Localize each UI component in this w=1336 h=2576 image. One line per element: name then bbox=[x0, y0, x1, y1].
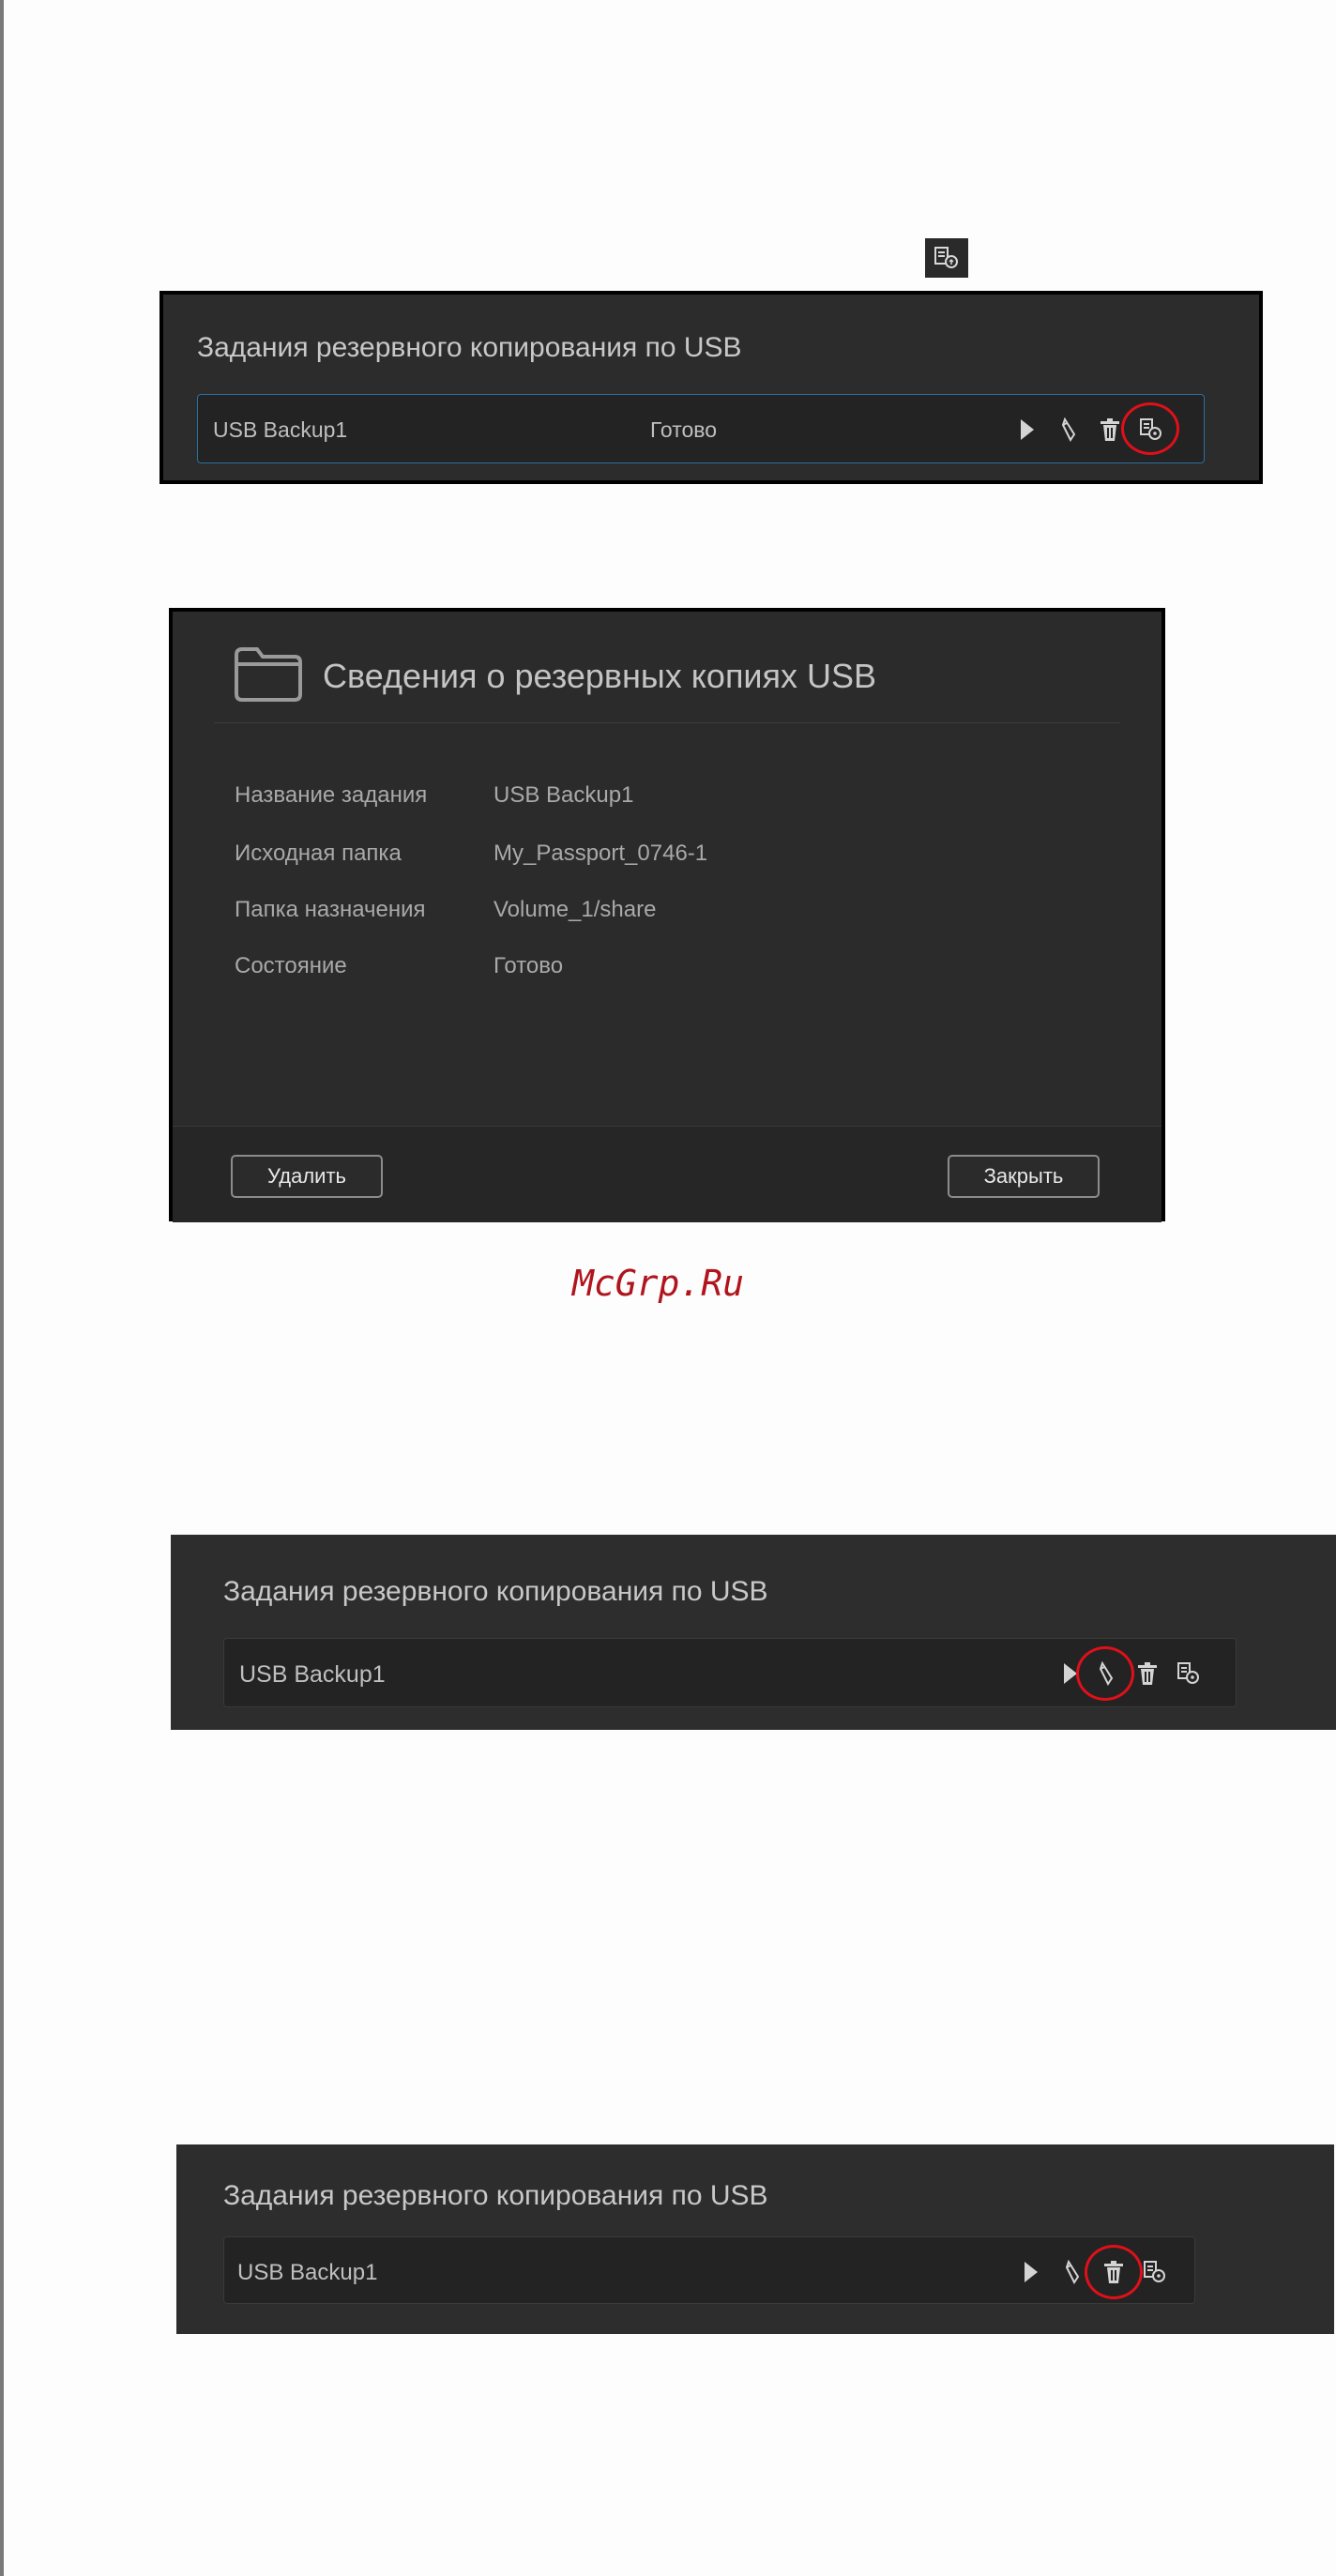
field-value-status: Готово bbox=[493, 953, 564, 978]
details-icon[interactable] bbox=[1142, 2256, 1168, 2288]
highlight-circle bbox=[1076, 1646, 1134, 1701]
field-label-source-folder: Исходная папка bbox=[235, 841, 402, 866]
delete-icon[interactable] bbox=[1085, 2245, 1143, 2299]
page-margin-rule bbox=[0, 0, 4, 2576]
usb-backup-jobs-panel: Задания резервного копирования по USB US… bbox=[176, 2144, 1334, 2334]
edit-icon[interactable] bbox=[1076, 1646, 1134, 1701]
delete-icon[interactable] bbox=[1097, 414, 1123, 446]
backup-job-row[interactable]: USB Backup1 bbox=[223, 1638, 1237, 1707]
job-name: USB Backup1 bbox=[239, 1661, 386, 1688]
field-value-job-name: USB Backup1 bbox=[493, 782, 634, 808]
backup-job-row[interactable]: USB Backup1 bbox=[223, 2236, 1195, 2304]
job-name: USB Backup1 bbox=[213, 417, 348, 442]
field-value-destination-folder: Volume_1/share bbox=[493, 897, 657, 922]
details-icon[interactable] bbox=[1176, 1658, 1202, 1690]
panel-title: Задания резервного копирования по USB bbox=[197, 332, 742, 363]
folder-icon bbox=[233, 645, 304, 708]
dialog-title: Сведения о резервных копиях USB bbox=[323, 657, 877, 695]
field-label-destination-folder: Папка назначения bbox=[235, 897, 426, 922]
delete-icon[interactable] bbox=[1134, 1658, 1161, 1690]
edit-icon[interactable] bbox=[1059, 2256, 1086, 2288]
watermark: McGrp.Ru bbox=[572, 1263, 745, 1304]
details-icon bbox=[925, 238, 968, 278]
run-icon[interactable] bbox=[1014, 414, 1040, 446]
panel-title: Задания резервного копирования по USB bbox=[223, 2180, 768, 2211]
job-status: Готово bbox=[650, 417, 718, 442]
field-label-status: Состояние bbox=[235, 953, 347, 978]
divider bbox=[214, 722, 1120, 723]
usb-backup-jobs-panel: Задания резервного копирования по USB US… bbox=[159, 291, 1263, 484]
field-value-source-folder: My_Passport_0746-1 bbox=[493, 841, 708, 866]
details-icon[interactable] bbox=[1121, 402, 1179, 455]
dialog-footer: Удалить Закрыть bbox=[173, 1126, 1161, 1222]
highlight-circle bbox=[1085, 2245, 1143, 2299]
panel-title: Задания резервного копирования по USB bbox=[223, 1576, 768, 1607]
delete-button[interactable]: Удалить bbox=[231, 1155, 383, 1198]
highlight-circle bbox=[1121, 402, 1179, 455]
close-button[interactable]: Закрыть bbox=[948, 1155, 1100, 1198]
edit-icon[interactable] bbox=[1055, 414, 1082, 446]
field-label-job-name: Название задания bbox=[235, 782, 428, 808]
usb-backup-jobs-panel: Задания резервного копирования по USB US… bbox=[171, 1535, 1336, 1730]
backup-job-row[interactable]: USB Backup1 Готово bbox=[197, 394, 1205, 463]
run-icon[interactable] bbox=[1018, 2256, 1044, 2288]
usb-backup-details-dialog: Сведения о резервных копиях USB Название… bbox=[169, 608, 1165, 1222]
job-name: USB Backup1 bbox=[237, 2260, 378, 2285]
